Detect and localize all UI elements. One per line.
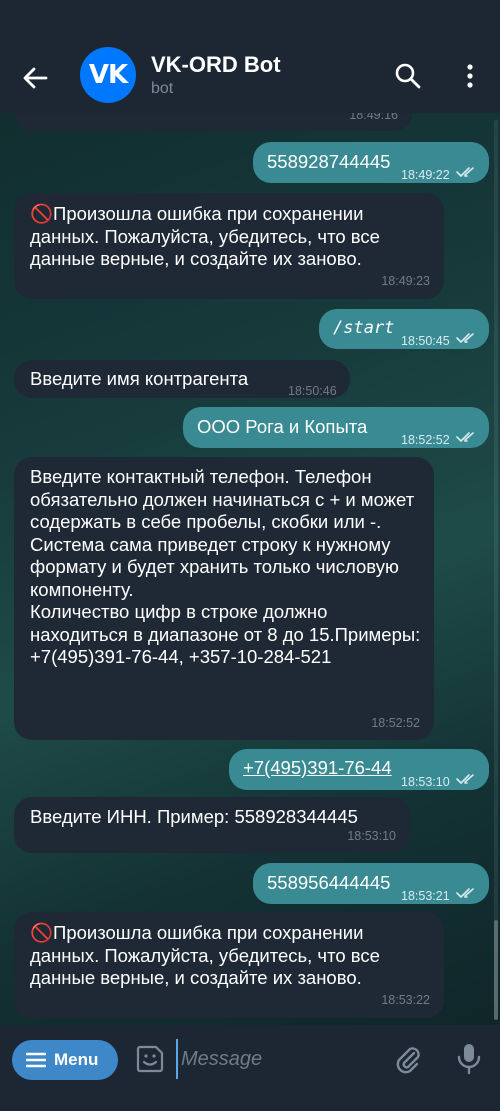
message-time: 18:49:22: [401, 168, 450, 182]
scrollbar-track: [494, 120, 498, 1020]
voice-record-button[interactable]: [455, 1041, 483, 1077]
double-check-icon: [456, 167, 474, 177]
double-check-icon: [456, 774, 474, 784]
message-incoming[interactable]: 🚫Произошла ошибка при сохранении данных.…: [14, 193, 444, 299]
message-time: 18:49:23: [381, 273, 430, 288]
attach-icon: [396, 1047, 420, 1074]
message-input[interactable]: [176, 1039, 376, 1079]
message-time: 18:53:21: [401, 889, 450, 903]
message-time: 18:53:10: [347, 828, 396, 843]
chat-title[interactable]: VK-ORD Bot: [151, 52, 281, 78]
message-text: Введите имя контрагента: [30, 368, 249, 389]
double-check-icon: [456, 333, 474, 343]
more-options-button[interactable]: [458, 60, 482, 92]
chat-subtitle: bot: [151, 80, 174, 97]
bot-menu-button[interactable]: Menu: [12, 1040, 118, 1080]
message-time: 18:52:52: [371, 715, 420, 730]
menu-label: Menu: [54, 1050, 99, 1069]
message-text: Введите контактный телефон. Телефон обяз…: [30, 466, 421, 667]
message-outgoing[interactable]: 558928744445 18:49:22: [253, 142, 489, 183]
search-button[interactable]: [392, 60, 424, 92]
scrollbar-thumb[interactable]: [494, 920, 498, 1020]
back-button[interactable]: [18, 60, 54, 96]
message-time: 18:50:46: [288, 384, 337, 398]
message-text: 558928744445: [267, 151, 391, 172]
message-outgoing[interactable]: /start 18:50:45: [319, 309, 489, 349]
hamburger-icon: [26, 1052, 46, 1068]
message-incoming[interactable]: Введите контактный телефон. Телефон обяз…: [14, 457, 434, 740]
double-check-icon: [456, 432, 474, 442]
message-text: /start: [333, 318, 395, 338]
message-text: ООО Рога и Копыта: [197, 416, 368, 437]
message-incoming[interactable]: Введите ИНН. Пример: 558928344445 18:53:…: [14, 797, 410, 853]
search-icon: [395, 63, 421, 89]
attach-button[interactable]: [392, 1043, 424, 1075]
message-time: 18:52:52: [401, 433, 450, 447]
more-vertical-icon: [467, 64, 473, 88]
back-arrow-icon: [23, 67, 48, 89]
mic-icon: [457, 1044, 481, 1075]
message-text: 🚫Произошла ошибка при сохранении данных.…: [30, 203, 386, 269]
composer-bar: Menu: [0, 1025, 500, 1111]
message-outgoing[interactable]: +7(495)391-76-44 18:53:10: [229, 749, 489, 790]
message-incoming[interactable]: 18:49:16: [14, 113, 412, 131]
avatar-logo: VK: [88, 60, 128, 90]
message-incoming[interactable]: Введите имя контрагента 18:50:46: [14, 360, 350, 398]
message-list[interactable]: 18:49:16 558928744445 18:49:22 🚫Произошл…: [0, 113, 500, 1025]
message-text: 🚫Произошла ошибка при сохранении данных.…: [30, 922, 386, 988]
message-text: Введите ИНН. Пример: 558928344445: [30, 806, 358, 827]
avatar[interactable]: VK: [80, 47, 136, 103]
message-time: 18:50:45: [401, 334, 450, 348]
message-outgoing[interactable]: 558956444445 18:53:21: [253, 863, 489, 904]
message-time: 18:49:16: [349, 113, 398, 122]
double-check-icon: [456, 888, 474, 898]
message-time: 18:53:22: [381, 992, 430, 1007]
message-outgoing[interactable]: ООО Рога и Копыта 18:52:52: [183, 407, 489, 448]
message-time: 18:53:10: [401, 775, 450, 789]
message-incoming[interactable]: 🚫Произошла ошибка при сохранении данных.…: [14, 912, 444, 1018]
chat-header: VK VK-ORD Bot bot: [0, 0, 500, 113]
message-text: 558956444445: [267, 872, 391, 893]
sticker-icon: [136, 1045, 164, 1073]
sticker-button[interactable]: [134, 1043, 166, 1075]
message-link[interactable]: +7(495)391-76-44: [243, 757, 392, 780]
